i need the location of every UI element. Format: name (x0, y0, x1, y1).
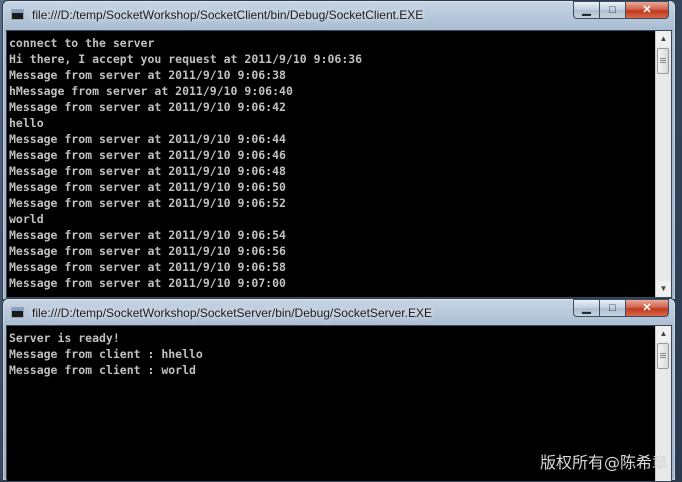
server-title-bar[interactable]: file:///D:/temp/SocketWorkshop/SocketSer… (3, 299, 675, 327)
server-window-title: file:///D:/temp/SocketWorkshop/SocketSer… (32, 306, 432, 320)
console-app-icon[interactable] (11, 307, 24, 318)
scroll-up-arrow-icon[interactable]: ▲ (656, 326, 671, 342)
console-line: Message from server at 2011/9/10 9:06:42 (9, 100, 286, 114)
close-button[interactable]: ✕ (625, 1, 669, 19)
console-line: Message from server at 2011/9/10 9:06:56 (9, 244, 286, 258)
console-line: Message from server at 2011/9/10 9:06:48 (9, 164, 286, 178)
client-vertical-scrollbar[interactable]: ▲ ▼ (655, 31, 671, 297)
client-console-output[interactable]: connect to the server Hi there, I accept… (6, 30, 672, 298)
client-console-window[interactable]: file:///D:/temp/SocketWorkshop/SocketCli… (2, 0, 676, 300)
console-app-icon[interactable] (11, 9, 24, 20)
console-line: Server is ready! (9, 331, 120, 345)
console-line: Message from server at 2011/9/10 9:06:52 (9, 196, 286, 210)
console-line: Message from server at 2011/9/10 9:06:58 (9, 260, 286, 274)
scroll-up-arrow-icon[interactable]: ▲ (656, 31, 671, 47)
console-line: Message from server at 2011/9/10 9:07:00 (9, 276, 286, 290)
client-window-controls: ▁ □ ✕ (573, 1, 669, 20)
maximize-button[interactable]: □ (599, 1, 625, 19)
console-line: Message from server at 2011/9/10 9:06:38 (9, 68, 286, 82)
copyright-watermark: 版权所有@陈希章 (539, 453, 668, 472)
console-line: Hi there, I accept you request at 2011/9… (9, 52, 363, 66)
console-line: Message from server at 2011/9/10 9:06:46 (9, 148, 286, 162)
scrollbar-thumb[interactable] (657, 343, 669, 369)
console-line: Message from server at 2011/9/10 9:06:54 (9, 228, 286, 242)
console-line: hMessage from server at 2011/9/10 9:06:4… (9, 84, 293, 98)
maximize-button[interactable]: □ (599, 299, 625, 317)
console-line: Message from server at 2011/9/10 9:06:50 (9, 180, 286, 194)
client-title-bar[interactable]: file:///D:/temp/SocketWorkshop/SocketCli… (3, 1, 675, 29)
console-line: hello (9, 116, 44, 130)
scroll-down-arrow-icon[interactable]: ▼ (656, 281, 671, 297)
server-console-lines: Server is ready! Message from client : h… (7, 326, 671, 378)
minimize-button[interactable]: ▁ (573, 299, 599, 317)
client-window-title: file:///D:/temp/SocketWorkshop/SocketCli… (32, 8, 424, 22)
scrollbar-thumb[interactable] (657, 48, 669, 74)
console-line: connect to the server (9, 36, 155, 50)
minimize-button[interactable]: ▁ (573, 1, 599, 19)
console-line: Message from client : world (9, 363, 196, 377)
client-console-lines: connect to the server Hi there, I accept… (7, 31, 671, 291)
console-line: world (9, 212, 44, 226)
console-line: Message from server at 2011/9/10 9:06:44 (9, 132, 286, 146)
server-window-controls: ▁ □ ✕ (573, 299, 669, 318)
close-button[interactable]: ✕ (625, 299, 669, 317)
console-line: Message from client : hhello (9, 347, 203, 361)
